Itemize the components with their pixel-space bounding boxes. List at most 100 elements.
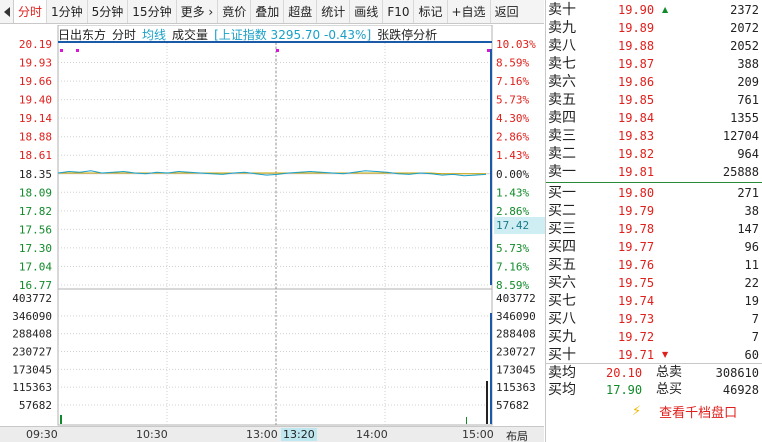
ask-summary-row: 卖均 20.10 总卖 308610 xyxy=(546,364,762,382)
event-marker xyxy=(60,49,63,52)
ask-level-row[interactable]: 卖五 19.85 761 xyxy=(546,91,762,109)
bid-level-price: 19.79 xyxy=(618,204,655,218)
ask-level-row[interactable]: 卖二 19.82 964 xyxy=(546,145,762,163)
arrow-down-icon: ▼ xyxy=(662,350,669,359)
tab-1min[interactable]: 1分钟 xyxy=(47,0,88,23)
statistics-button[interactable]: 统计 xyxy=(317,0,351,23)
ask-level-row[interactable]: 卖四 19.84 1355 xyxy=(546,109,762,127)
event-marker xyxy=(276,49,279,52)
price-tick-label: 19.40 xyxy=(19,94,52,107)
ask-level-price: 19.83 xyxy=(618,129,655,143)
volume-tick-label: 403772 xyxy=(12,292,52,305)
pct-tick-label: 1.43% xyxy=(496,149,529,162)
f10-button[interactable]: F10 xyxy=(383,0,415,23)
collapse-left-icon[interactable] xyxy=(0,0,14,23)
bid-level-row[interactable]: 买一 19.80 271 xyxy=(546,184,762,202)
price-tick-label: 18.09 xyxy=(19,186,52,199)
ask-level-row[interactable]: 卖十 19.90 ▲ 2372 xyxy=(546,1,762,19)
bid-level-row[interactable]: 买五 19.76 11 xyxy=(546,256,762,274)
ask-level-volume: 2072 xyxy=(730,21,759,35)
price-tick-label: 17.82 xyxy=(19,205,52,218)
ask-level-price: 19.86 xyxy=(618,75,655,89)
bid-level-label: 买八 xyxy=(548,311,576,327)
bid-level-row[interactable]: 买七 19.74 19 xyxy=(546,292,762,310)
more-menu[interactable]: 更多 › xyxy=(177,0,219,23)
price-tick-label: 16.77 xyxy=(19,279,52,292)
bid-level-volume: 271 xyxy=(737,186,759,200)
ask-level-price: 19.88 xyxy=(618,39,655,53)
ask-level-label: 卖十 xyxy=(548,2,576,18)
bid-level-volume: 147 xyxy=(737,222,759,236)
volume-tick-label: 346090 xyxy=(12,310,52,323)
volume-tick-label-right: 346090 xyxy=(496,310,536,323)
bid-level-price: 19.77 xyxy=(618,240,655,254)
super-panel-button[interactable]: 超盘 xyxy=(284,0,318,23)
ask-avg-label: 卖均 xyxy=(548,365,576,381)
tab-15min[interactable]: 15分钟 xyxy=(128,0,177,23)
price-tick-label: 20.19 xyxy=(19,38,52,51)
pct-tick-label: 5.73% xyxy=(496,242,529,255)
depth-view-label: 查看千档盘口 xyxy=(659,405,738,421)
volume-bar xyxy=(490,313,492,424)
ask-level-row[interactable]: 卖八 19.88 2052 xyxy=(546,37,762,55)
price-tick-label: 18.35 xyxy=(19,168,52,181)
bid-level-row[interactable]: 买八 19.73 7 xyxy=(546,310,762,328)
back-button[interactable]: 返回 xyxy=(491,0,523,23)
index-overlay-label[interactable]: [上证指数 3295.70 -0.43%] xyxy=(214,26,371,43)
layout-button[interactable]: 布局 xyxy=(506,428,528,442)
ask-level-row[interactable]: 卖七 19.87 388 xyxy=(546,55,762,73)
total-bid-label: 总买 xyxy=(656,382,683,397)
bid-level-price: 19.76 xyxy=(618,258,655,272)
bid-level-row[interactable]: 买四 19.77 96 xyxy=(546,238,762,256)
ask-level-row[interactable]: 卖六 19.86 209 xyxy=(546,73,762,91)
chart-canvas[interactable]: 20.19 10.03% 19.93 8.59% 19.66 7.16% 19.40 5.73… xyxy=(0,25,544,426)
toolbar: 分时 1分钟 5分钟 15分钟 更多 › 竟价 叠加 超盘 统计 画线 F10 … xyxy=(0,0,544,24)
bid-level-row[interactable]: 买九 19.72 7 xyxy=(546,328,762,346)
price-tick-label: 17.56 xyxy=(19,223,52,236)
pct-tick-label: 7.16% xyxy=(496,75,529,88)
volume-tick-label-right: 288408 xyxy=(496,328,536,341)
time-label: 09:30 xyxy=(26,428,58,441)
tab-5min[interactable]: 5分钟 xyxy=(88,0,129,23)
ask-level-label: 卖四 xyxy=(548,110,576,126)
ask-avg-value: 20.10 xyxy=(606,366,643,380)
book-divider xyxy=(546,182,762,183)
overlay-button[interactable]: 叠加 xyxy=(251,0,285,23)
pct-tick-label: 5.73% xyxy=(496,94,529,107)
chevron-right-icon: › xyxy=(208,4,214,19)
time-label: 14:00 xyxy=(356,428,388,441)
ask-level-price: 19.90 xyxy=(618,3,655,17)
ask-level-volume: 1355 xyxy=(730,111,759,125)
tab-intraday[interactable]: 分时 xyxy=(14,0,48,23)
bid-level-label: 买十 xyxy=(548,347,576,363)
ask-level-label: 卖八 xyxy=(548,38,576,54)
bid-level-volume: 19 xyxy=(744,294,759,308)
avg-line-label: 均线 xyxy=(142,27,167,42)
bid-level-row[interactable]: 买三 19.78 147 xyxy=(546,220,762,238)
draw-line-button[interactable]: 画线 xyxy=(350,0,384,23)
time-axis: 09:30 10:30 13:00 13:20 14:00 15:00 布局 xyxy=(0,426,544,442)
bid-level-row[interactable]: 买二 19.79 38 xyxy=(546,202,762,220)
pct-tick-label: 8.59% xyxy=(496,57,529,70)
ask-level-row[interactable]: 卖一 19.81 25888 xyxy=(546,163,762,181)
intraday-chart[interactable]: 20.19 10.03% 19.93 8.59% 19.66 7.16% 19.40 5.73… xyxy=(0,25,546,426)
add-watchlist-button[interactable]: +自选 xyxy=(448,0,491,23)
bid-level-row[interactable]: 买十 19.71 ▼ 60 xyxy=(546,346,762,364)
limit-analysis-button[interactable]: 张跌停分析 xyxy=(377,26,437,43)
plot-frame xyxy=(57,25,493,426)
price-tick-label: 19.66 xyxy=(19,75,52,88)
ask-level-row[interactable]: 卖三 19.83 12704 xyxy=(546,127,762,145)
auction-button[interactable]: 竟价 xyxy=(218,0,252,23)
depth-view-button[interactable]: ⚡ 查看千档盘口 xyxy=(546,400,762,422)
more-label: 更多 xyxy=(180,5,205,19)
time-label: 13:00 xyxy=(246,428,278,441)
bid-level-label: 买五 xyxy=(548,257,576,273)
ask-level-row[interactable]: 卖九 19.89 2072 xyxy=(546,19,762,37)
mark-button[interactable]: 标记 xyxy=(414,0,448,23)
view-label: 分时 xyxy=(112,27,137,42)
bid-level-row[interactable]: 买六 19.75 22 xyxy=(546,274,762,292)
volume-tick-label: 173045 xyxy=(12,363,52,376)
bid-level-volume: 11 xyxy=(744,258,759,272)
time-label: 10:30 xyxy=(136,428,168,441)
ask-level-price: 19.87 xyxy=(618,57,655,71)
